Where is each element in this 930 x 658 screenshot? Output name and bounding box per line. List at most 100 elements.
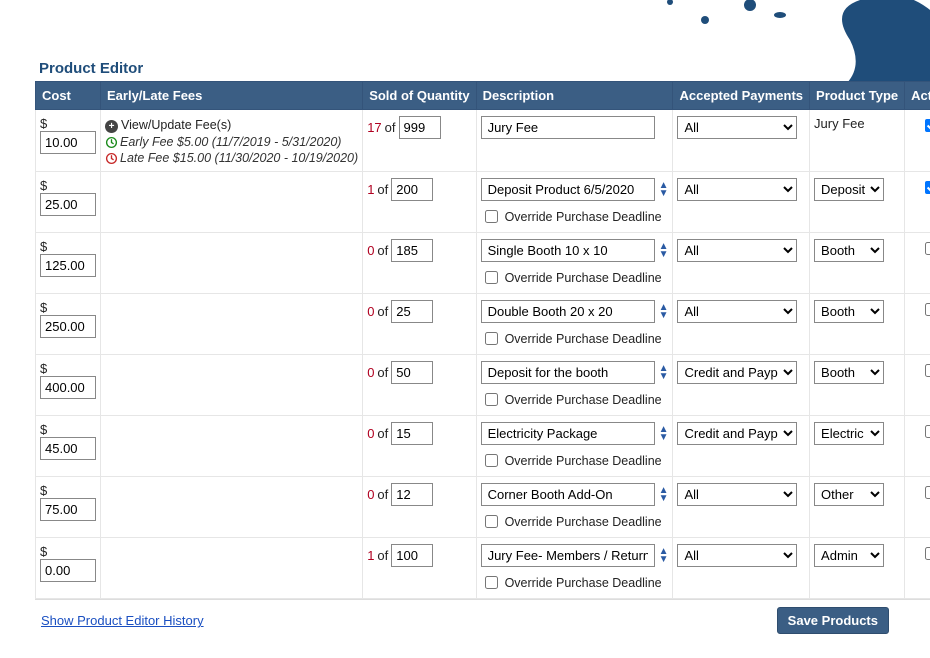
description-input[interactable] — [481, 300, 655, 323]
header-type: Product Type — [810, 82, 905, 110]
sold-count: 0 — [367, 426, 374, 441]
active-checkbox[interactable] — [925, 242, 930, 255]
product-type-select[interactable]: Jury FeeDepositBoothElectricOtherAdmin — [814, 544, 884, 567]
late-fee-line: Late Fee $15.00 (11/30/2020 - 10/19/2020… — [105, 151, 358, 165]
override-deadline-checkbox[interactable] — [485, 332, 498, 345]
of-text: of — [377, 426, 388, 441]
description-input[interactable] — [481, 422, 655, 445]
sort-down-icon[interactable]: ▼ — [659, 190, 669, 198]
accepted-payments-select[interactable]: AllCredit and Paypal — [677, 116, 797, 139]
product-editor-table: Cost Early/Late Fees Sold of Quantity De… — [35, 81, 930, 599]
description-input[interactable] — [481, 483, 655, 506]
sort-down-icon[interactable]: ▼ — [659, 556, 669, 564]
cost-input[interactable] — [40, 131, 96, 154]
of-text: of — [377, 487, 388, 502]
override-row: Override Purchase Deadline — [481, 207, 669, 226]
description-input[interactable] — [481, 116, 655, 139]
show-history-link[interactable]: Show Product Editor History — [41, 613, 204, 628]
sort-down-icon[interactable]: ▼ — [659, 495, 669, 503]
accepted-payments-select[interactable]: AllCredit and Paypal — [677, 361, 797, 384]
cost-input[interactable] — [40, 376, 96, 399]
quantity-input[interactable] — [391, 300, 433, 323]
product-type-select[interactable]: Jury FeeDepositBoothElectricOtherAdmin — [814, 422, 884, 445]
override-deadline-checkbox[interactable] — [485, 210, 498, 223]
of-text: of — [377, 304, 388, 319]
early-fee-amount: $5.00 — [177, 135, 208, 149]
quantity-input[interactable] — [391, 422, 433, 445]
product-type-select[interactable]: Jury FeeDepositBoothElectricOtherAdmin — [814, 239, 884, 262]
description-input[interactable] — [481, 178, 655, 201]
quantity-input[interactable] — [391, 239, 433, 262]
product-type-label: Jury Fee — [814, 116, 865, 131]
view-update-fees-link[interactable]: +View/Update Fee(s) — [105, 118, 358, 133]
active-checkbox[interactable] — [925, 119, 930, 132]
description-input[interactable] — [481, 361, 655, 384]
product-type-select[interactable]: Jury FeeDepositBoothElectricOtherAdmin — [814, 361, 884, 384]
sold-count: 0 — [367, 365, 374, 380]
accepted-payments-select[interactable]: AllCredit and Paypal — [677, 422, 797, 445]
cost-input[interactable] — [40, 498, 96, 521]
override-deadline-checkbox[interactable] — [485, 576, 498, 589]
header-pay: Accepted Payments — [673, 82, 810, 110]
override-row: Override Purchase Deadline — [481, 268, 669, 287]
accepted-payments-select[interactable]: AllCredit and Paypal — [677, 178, 797, 201]
product-type-select[interactable]: Jury FeeDepositBoothElectricOtherAdmin — [814, 483, 884, 506]
override-row: Override Purchase Deadline — [481, 390, 669, 409]
table-row: $0of▲▼Override Purchase DeadlineAllCredi… — [36, 355, 930, 416]
plus-in-circle-icon: + — [105, 120, 118, 133]
description-input[interactable] — [481, 239, 655, 262]
clock-icon — [105, 136, 118, 149]
override-deadline-checkbox[interactable] — [485, 393, 498, 406]
quantity-input[interactable] — [391, 361, 433, 384]
cost-input[interactable] — [40, 559, 96, 582]
table-row: $0of▲▼Override Purchase DeadlineAllCredi… — [36, 477, 930, 538]
description-input[interactable] — [481, 544, 655, 567]
table-row: $1of▲▼Override Purchase DeadlineAllCredi… — [36, 172, 930, 233]
dollar-sign: $ — [40, 361, 47, 376]
accepted-payments-select[interactable]: AllCredit and Paypal — [677, 239, 797, 262]
dollar-sign: $ — [40, 239, 47, 254]
sort-down-icon[interactable]: ▼ — [659, 251, 669, 259]
override-deadline-label: Override Purchase Deadline — [505, 271, 662, 285]
product-type-select[interactable]: Jury FeeDepositBoothElectricOtherAdmin — [814, 300, 884, 323]
override-deadline-label: Override Purchase Deadline — [505, 332, 662, 346]
active-checkbox[interactable] — [925, 425, 930, 438]
active-checkbox[interactable] — [925, 486, 930, 499]
active-checkbox[interactable] — [925, 547, 930, 560]
save-products-button[interactable]: Save Products — [777, 607, 889, 634]
product-type-select[interactable]: Jury FeeDepositBoothElectricOtherAdmin — [814, 178, 884, 201]
sort-spinner: ▲▼ — [659, 548, 669, 564]
quantity-input[interactable] — [391, 178, 433, 201]
sort-down-icon[interactable]: ▼ — [659, 312, 669, 320]
table-row: $0of▲▼Override Purchase DeadlineAllCredi… — [36, 294, 930, 355]
sort-down-icon[interactable]: ▼ — [659, 434, 669, 442]
cost-input[interactable] — [40, 254, 96, 277]
cost-input[interactable] — [40, 437, 96, 460]
product-editor-panel: Product Editor Cost Early/Late Fees Sold… — [35, 60, 895, 638]
table-row: $0of▲▼Override Purchase DeadlineAllCredi… — [36, 416, 930, 477]
sort-down-icon[interactable]: ▼ — [659, 373, 669, 381]
early-fee-line: Early Fee $5.00 (11/7/2019 - 5/31/2020) — [105, 135, 358, 149]
dollar-sign: $ — [40, 483, 47, 498]
override-deadline-checkbox[interactable] — [485, 454, 498, 467]
clock-icon — [105, 152, 118, 165]
footer-row: Show Product Editor History Save Product… — [35, 599, 895, 638]
override-deadline-checkbox[interactable] — [485, 515, 498, 528]
sold-count: 0 — [367, 304, 374, 319]
active-checkbox[interactable] — [925, 303, 930, 316]
accepted-payments-select[interactable]: AllCredit and Paypal — [677, 483, 797, 506]
of-text: of — [377, 548, 388, 563]
quantity-input[interactable] — [391, 544, 433, 567]
active-checkbox[interactable] — [925, 364, 930, 377]
accepted-payments-select[interactable]: AllCredit and Paypal — [677, 544, 797, 567]
header-fees: Early/Late Fees — [101, 82, 363, 110]
active-checkbox[interactable] — [925, 181, 930, 194]
early-fee-label: Early Fee — [120, 135, 174, 149]
quantity-input[interactable] — [399, 116, 441, 139]
sort-spinner: ▲▼ — [659, 243, 669, 259]
cost-input[interactable] — [40, 193, 96, 216]
override-deadline-checkbox[interactable] — [485, 271, 498, 284]
cost-input[interactable] — [40, 315, 96, 338]
accepted-payments-select[interactable]: AllCredit and Paypal — [677, 300, 797, 323]
quantity-input[interactable] — [391, 483, 433, 506]
